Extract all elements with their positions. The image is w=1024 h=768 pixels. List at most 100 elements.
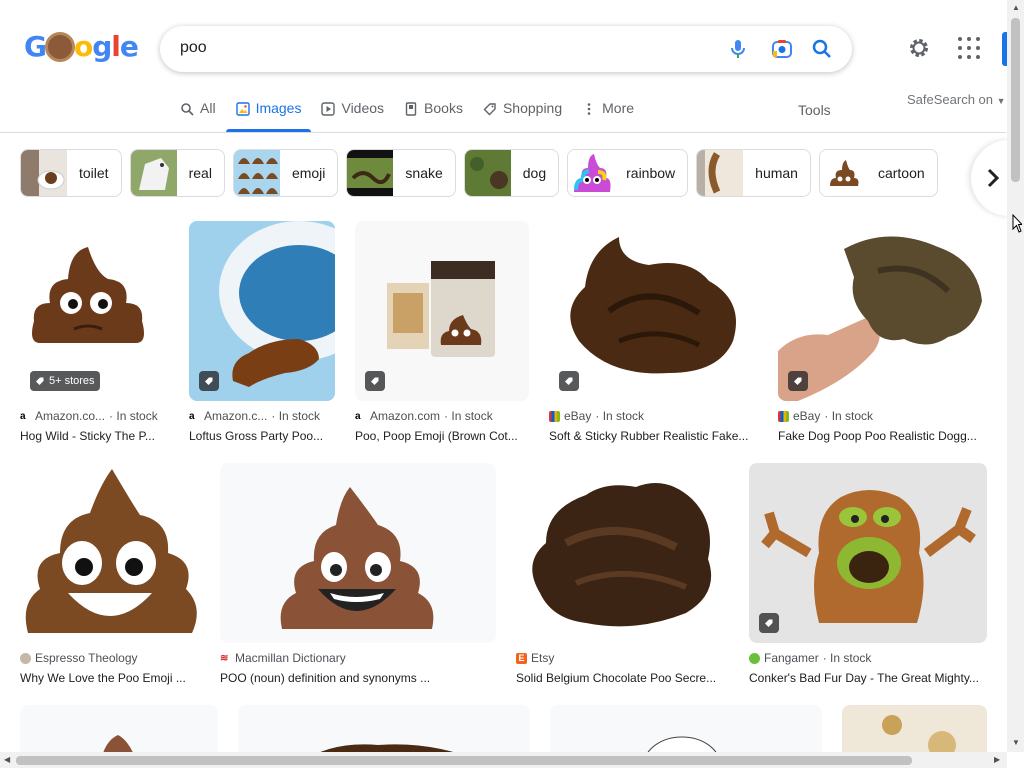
result-image (761, 490, 976, 623)
result-title[interactable]: Loftus Gross Party Poo... (189, 429, 335, 443)
search-icon[interactable] (810, 37, 834, 61)
scroll-up-arrow[interactable]: ▲ (1012, 3, 1020, 12)
result-title[interactable]: Soft & Sticky Rubber Realistic Fake... (549, 429, 758, 443)
caret-down-icon: ▼ (996, 96, 1006, 106)
scroll-left-arrow[interactable]: ◀ (4, 755, 10, 764)
result-image (778, 236, 982, 401)
chip-real[interactable]: real (129, 149, 225, 197)
tag-icon (565, 377, 573, 385)
image-result[interactable]: E Etsy Solid Belgium Chocolate Poo Secre.… (516, 463, 729, 685)
result-image (532, 483, 712, 627)
result-title[interactable]: Why We Love the Poo Emoji ... (20, 671, 200, 685)
result-source: eBay (793, 409, 821, 423)
scroll-right-arrow[interactable]: ▶ (994, 755, 1000, 764)
tag-icon (36, 377, 44, 385)
image-result[interactable]: Fangamer · In stock Conker's Bad Fur Day … (749, 463, 987, 685)
safesearch-label: SafeSearch on (907, 92, 994, 107)
stores-badge (199, 371, 219, 391)
chevron-right-icon (987, 168, 1000, 188)
microphone-icon[interactable] (726, 37, 750, 61)
image-result[interactable]: ≋ Macmillan Dictionary POO (noun) definit… (220, 463, 496, 685)
chip-dog[interactable]: dog (463, 149, 560, 197)
settings-gear-icon[interactable] (907, 36, 931, 60)
result-source: Macmillan Dictionary (235, 651, 346, 665)
chip-thumbnail (21, 150, 67, 196)
tab-images[interactable]: Images (225, 100, 312, 132)
result-source: Amazon.com (370, 409, 441, 423)
chip-thumbnail (819, 150, 866, 196)
result-title[interactable]: Conker's Bad Fur Day - The Great Mighty.… (749, 671, 987, 685)
chip-human[interactable]: human (696, 149, 811, 197)
amazon-favicon: a (355, 410, 366, 422)
result-source: Amazon.co... (35, 409, 106, 423)
result-source: Espresso Theology (35, 651, 138, 665)
result-title[interactable]: Hog Wild - Sticky The P... (20, 429, 170, 443)
search-tabs: All Images Videos Books Shopping More (170, 100, 644, 132)
result-title[interactable]: POO (noun) definition and synonyms ... (220, 671, 496, 685)
stock-status: · In stock (109, 409, 158, 423)
image-result[interactable]: eBay · In stock Soft & Sticky Rubber Real… (549, 221, 758, 443)
tab-label: Shopping (502, 100, 563, 116)
chip-label: human (755, 165, 798, 181)
image-result[interactable]: Espresso Theology Why We Love the Poo Em… (20, 463, 200, 685)
tab-books[interactable]: Books (394, 100, 473, 132)
chip-snake[interactable]: snake (346, 149, 456, 197)
tab-more[interactable]: More (572, 100, 644, 132)
chip-rainbow[interactable]: rainbow (567, 149, 689, 197)
safesearch-toggle[interactable]: SafeSearch on ▼ (907, 92, 1006, 107)
chip-thumbnail (464, 150, 511, 196)
tag-icon (205, 377, 213, 385)
chip-label: rainbow (626, 165, 676, 181)
result-image (570, 237, 736, 374)
chip-label: dog (522, 165, 547, 181)
tag-icon (794, 377, 802, 385)
google-doodle-logo[interactable]: Gogle (24, 30, 139, 63)
stores-badge (559, 371, 579, 391)
chip-cartoon[interactable]: cartoon (818, 149, 938, 197)
more-vert-icon (587, 103, 591, 115)
tab-all[interactable]: All (170, 100, 226, 132)
stores-badge (759, 613, 779, 633)
result-title[interactable]: Solid Belgium Chocolate Poo Secre... (516, 671, 729, 685)
image-result[interactable]: eBay · In stock Fake Dog Poop Poo Realist… (778, 221, 987, 443)
search-box[interactable]: poo (160, 26, 852, 72)
vertical-scrollbar[interactable]: ▲ ▼ (1007, 0, 1024, 752)
tab-videos[interactable]: Videos (311, 100, 394, 132)
espresso-theology-favicon (20, 652, 31, 664)
stores-badge (365, 371, 385, 391)
tools-button[interactable]: Tools (798, 102, 831, 118)
stores-badge: 5+ stores (30, 371, 100, 391)
vertical-scroll-thumb[interactable] (1011, 18, 1020, 182)
mouse-cursor-icon (1012, 214, 1022, 233)
image-result[interactable]: 5+ stores a Amazon.co... · In stock Hog Wi… (20, 221, 170, 443)
google-apps-icon[interactable] (958, 37, 980, 59)
chip-label: toilet (79, 165, 109, 181)
image-result[interactable]: a Amazon.c... · In stock Loftus Gross Part… (189, 221, 335, 443)
tag-icon (483, 103, 496, 116)
chip-label: real (188, 165, 212, 181)
result-title[interactable]: Poo, Poop Emoji (Brown Cot... (355, 429, 529, 443)
stock-status: · In stock (822, 651, 872, 665)
stock-status: · In stock (444, 409, 493, 423)
horizontal-scrollbar[interactable]: ◀ ▶ (0, 752, 1007, 768)
tab-label: All (200, 100, 216, 116)
book-icon (405, 102, 417, 116)
chip-thumbnail (347, 150, 394, 196)
tab-label: Books (424, 100, 463, 116)
search-input[interactable]: poo (180, 39, 207, 57)
search-icon (181, 103, 194, 116)
chip-toilet[interactable]: toilet (20, 149, 122, 197)
result-title[interactable]: Fake Dog Poop Poo Realistic Dogg... (778, 429, 987, 443)
image-result[interactable]: a Amazon.com · In stock Poo, Poop Emoji (B… (355, 221, 529, 443)
result-image (280, 487, 434, 629)
image-icon (235, 102, 250, 116)
google-lens-icon[interactable] (770, 37, 794, 61)
chip-emoji[interactable]: emoji (232, 149, 339, 197)
tab-shopping[interactable]: Shopping (473, 100, 572, 132)
tag-icon (371, 377, 379, 385)
horizontal-scroll-thumb[interactable] (16, 756, 912, 765)
scroll-down-arrow[interactable]: ▼ (1012, 738, 1020, 747)
stores-badge (788, 371, 808, 391)
chip-thumbnail (568, 150, 615, 196)
result-source: Fangamer (764, 651, 819, 665)
